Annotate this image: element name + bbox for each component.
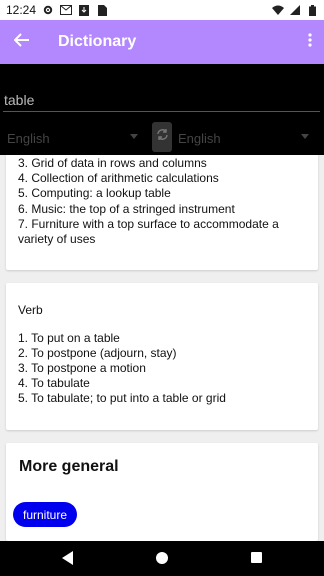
definition-item: 4. To tabulate [18, 376, 90, 390]
definition-item: 3. Grid of data in rows and columns [18, 156, 207, 170]
section-title: More general [19, 458, 119, 475]
definition-item: 3. To postpone a motion [18, 361, 146, 375]
source-language-label: English [7, 130, 50, 146]
home-nav-icon[interactable] [156, 552, 168, 564]
more-vert-icon [308, 32, 312, 52]
definition-item: 4. Collection of arithmetic calculations [18, 171, 219, 185]
related-word-chip[interactable]: furniture [13, 502, 78, 527]
swap-languages-button[interactable] [152, 122, 172, 152]
chevron-down-icon [130, 134, 138, 139]
status-time: 12:24 [6, 3, 37, 17]
search-panel: English English [0, 64, 324, 155]
settings-icon [42, 4, 54, 16]
recents-nav-icon[interactable] [251, 552, 262, 563]
status-bar: 12:24 [0, 0, 324, 20]
gmail-icon [60, 4, 73, 16]
sim-icon [96, 4, 108, 16]
more-general-card: More general furniture [6, 443, 318, 541]
swap-icon [156, 128, 169, 146]
part-of-speech-label: Verb [18, 303, 43, 317]
definition-item: 7. Furniture with a top surface to accom… [18, 217, 279, 246]
target-language-label: English [178, 130, 221, 146]
search-input[interactable] [3, 88, 320, 112]
back-button[interactable] [2, 20, 42, 64]
definition-item: 6. Music: the top of a stringed instrume… [18, 202, 235, 216]
definition-item: 2. To postpone (adjourn, stay) [18, 346, 177, 360]
wifi-icon [272, 4, 284, 16]
status-right [272, 4, 318, 16]
signal-icon [289, 4, 301, 16]
page-title: Dictionary [58, 33, 137, 50]
source-language-select[interactable]: English [7, 126, 139, 150]
system-nav-bar [0, 541, 324, 576]
back-nav-icon[interactable] [62, 551, 73, 565]
noun-definitions-card: 3. Grid of data in rows and columns 4. C… [6, 140, 318, 270]
chevron-down-icon [301, 134, 309, 139]
overflow-menu-button[interactable] [296, 20, 324, 64]
download-icon [78, 4, 90, 16]
arrow-left-icon [13, 32, 30, 52]
app-bar: Dictionary [0, 20, 324, 64]
battery-icon [306, 4, 318, 16]
target-language-select[interactable]: English [178, 126, 310, 150]
definition-item: 1. To put on a table [18, 331, 120, 345]
status-left: 12:24 [6, 3, 108, 17]
definition-item: 5. Computing: a lookup table [18, 186, 171, 200]
definition-item: 5. To tabulate; to put into a table or g… [18, 391, 226, 405]
verb-definitions-card: Verb 1. To put on a table 2. To postpone… [6, 283, 318, 430]
